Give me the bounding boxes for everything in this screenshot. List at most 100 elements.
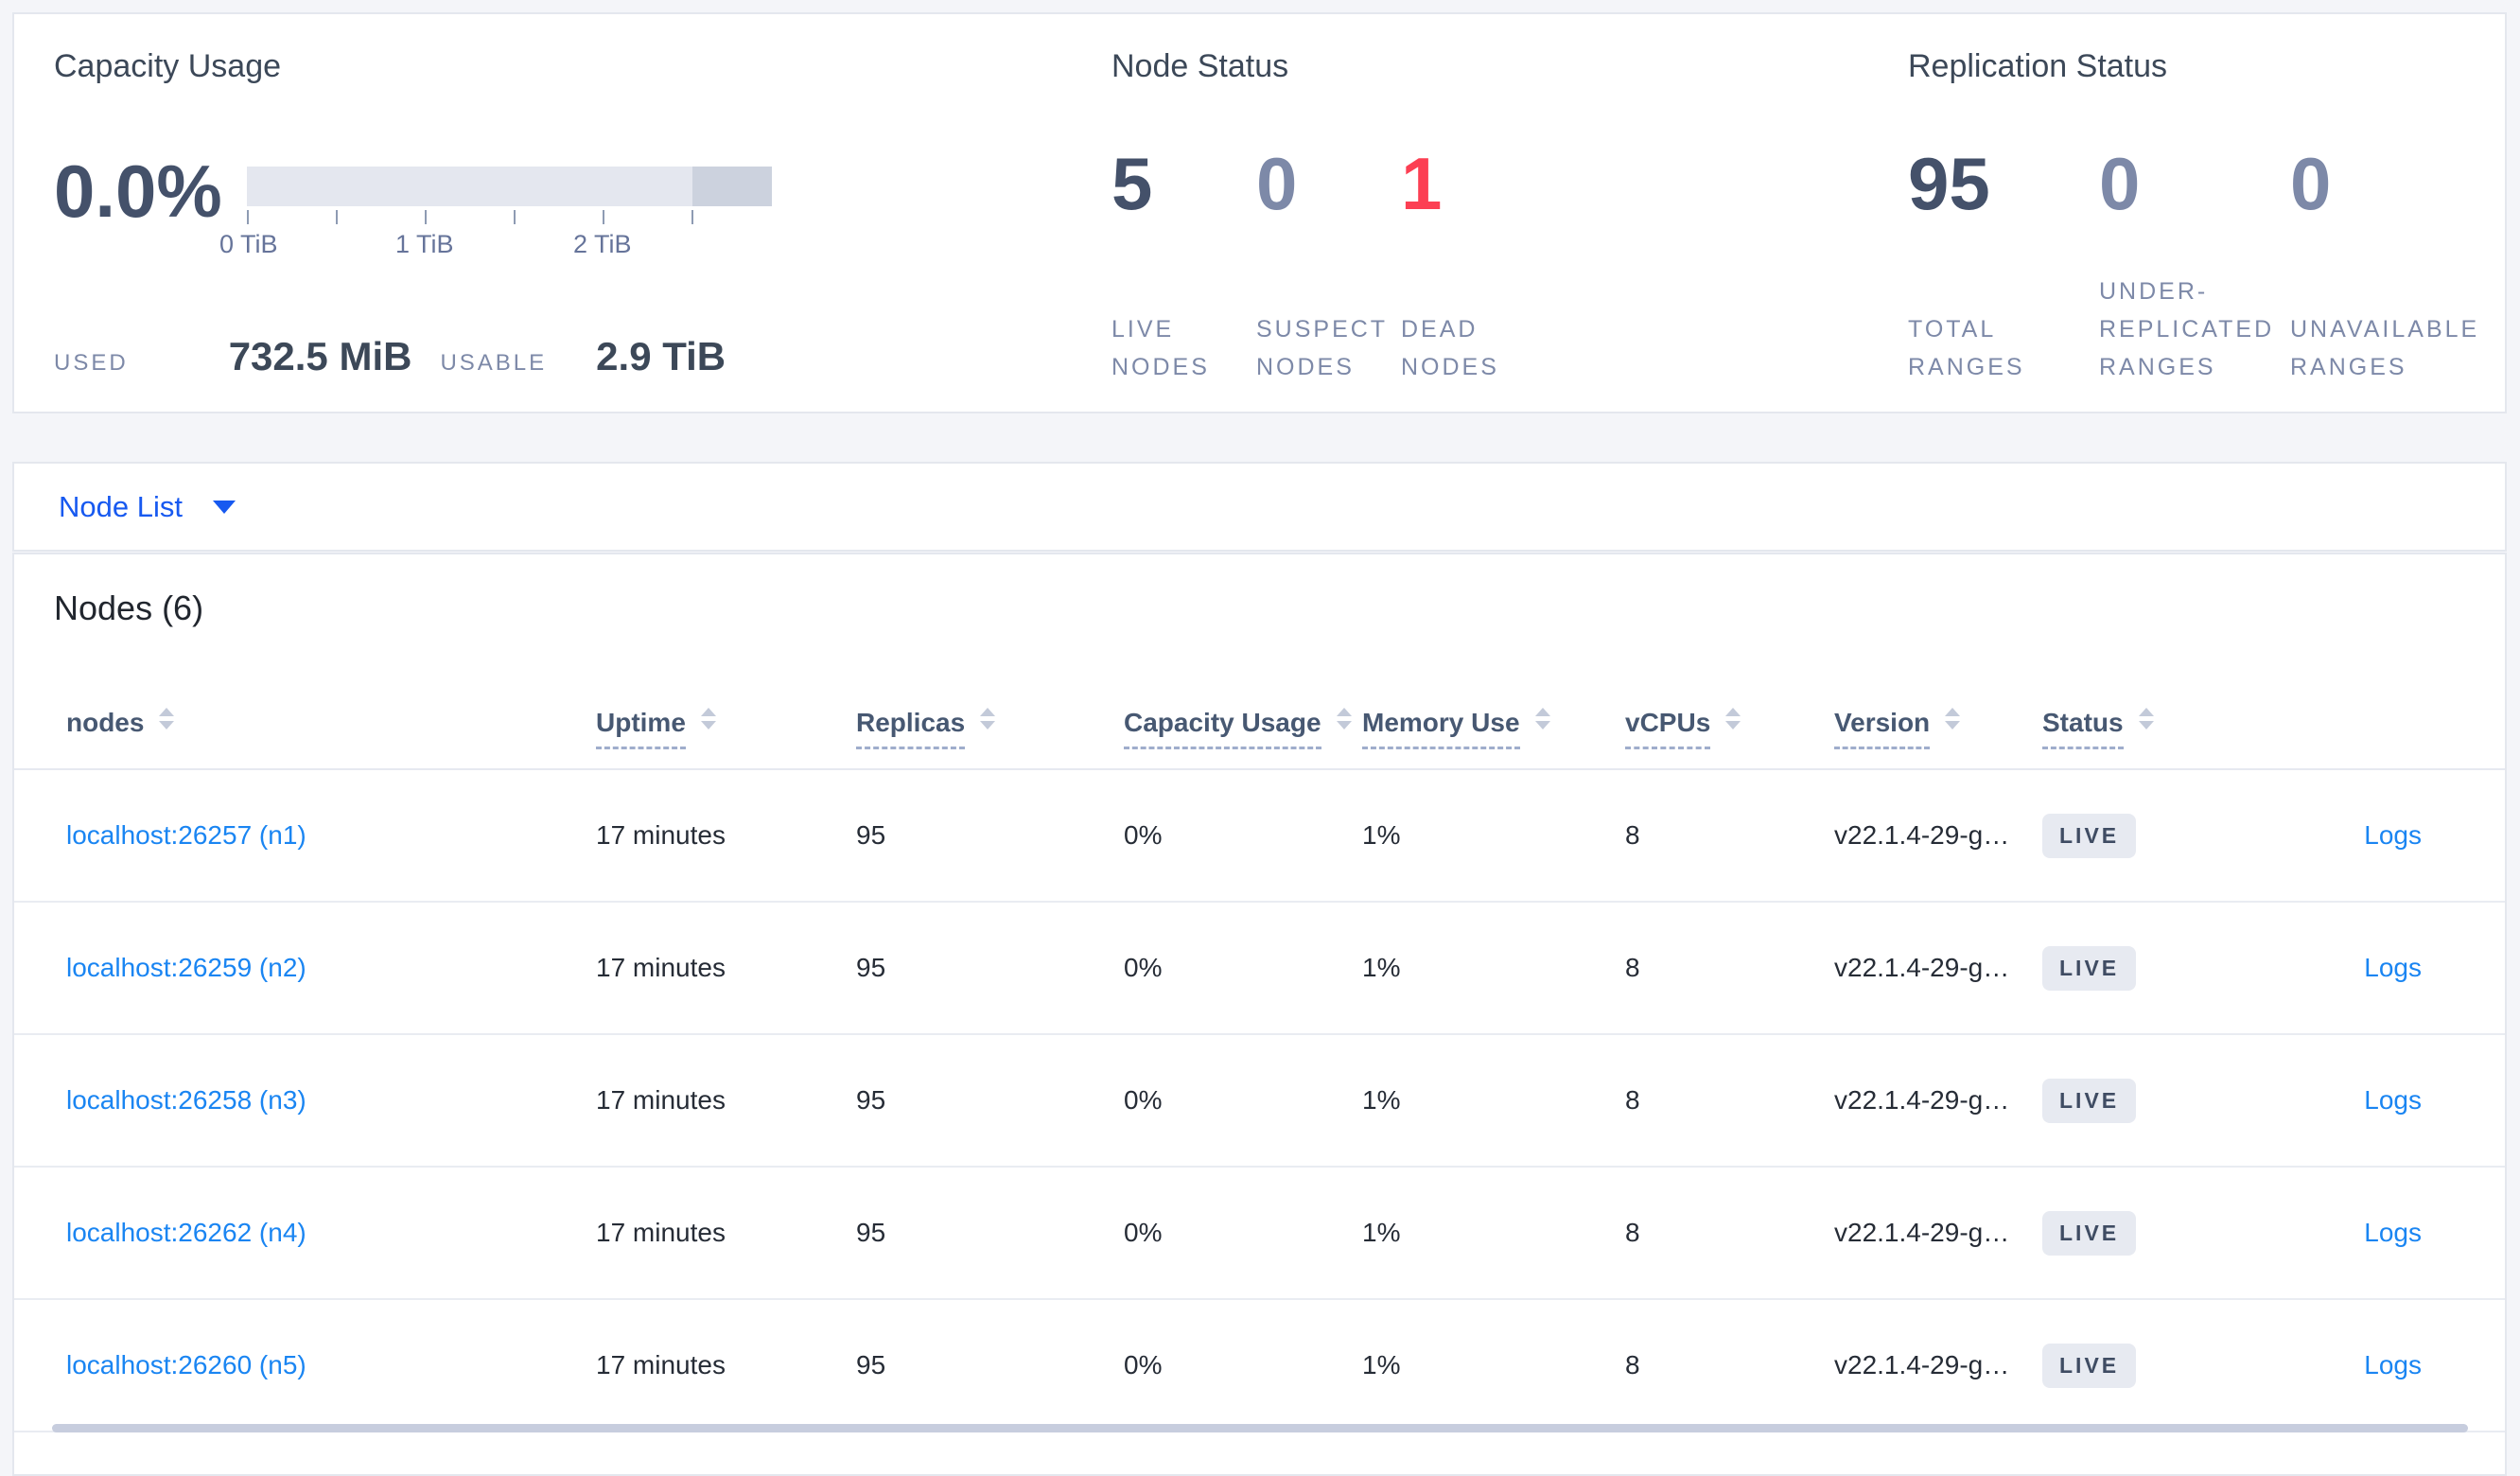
column-header-label: Uptime [596, 708, 686, 749]
sort-icon[interactable] [980, 708, 996, 729]
column-header-nodes[interactable]: nodes [66, 708, 596, 738]
column-header-memory-use[interactable]: Memory Use [1362, 708, 1625, 749]
total-ranges-value: 95 [1908, 142, 1990, 225]
uptime-cell: 17 minutes [596, 1218, 726, 1247]
capacity-percent-value: 0.0% [54, 149, 222, 233]
capacity-axis-labels: 0 TiB 1 TiB 2 TiB [219, 230, 772, 262]
table-row: localhost:26262 (n4) 17 minutes 95 0% 1%… [14, 1168, 2505, 1300]
cluster-summary-panel: Capacity Usage 0.0% 0 TiB 1 TiB 2 TiB US… [12, 12, 2507, 413]
axis-label: 1 TiB [395, 230, 454, 258]
vcpus-cell: 8 [1625, 1350, 1640, 1379]
tick [691, 210, 693, 224]
node-link[interactable]: localhost:26258 (n3) [66, 1085, 306, 1115]
live-nodes-stat: 5 LIVE NODES [1111, 147, 1256, 386]
status-badge: LIVE [2042, 1078, 2137, 1123]
column-header-version[interactable]: Version [1834, 708, 2042, 749]
column-header-label: vCPUs [1625, 708, 1711, 749]
uptime-cell: 17 minutes [596, 953, 726, 982]
sort-icon[interactable] [1336, 708, 1352, 729]
logs-link[interactable]: Logs [2364, 820, 2422, 850]
table-row: localhost:26259 (n2) 17 minutes 95 0% 1%… [14, 903, 2505, 1035]
horizontal-scrollbar[interactable] [52, 1424, 2468, 1432]
node-link[interactable]: localhost:26259 (n2) [66, 953, 306, 982]
total-ranges-label: TOTAL RANGES [1908, 316, 2025, 380]
column-header-vcpus[interactable]: vCPUs [1625, 708, 1834, 749]
sort-icon[interactable] [1945, 708, 1961, 729]
unavailable-ranges-value: 0 [2290, 142, 2332, 225]
column-header-replicas[interactable]: Replicas [856, 708, 1124, 749]
status-badge: LIVE [2042, 1210, 2137, 1256]
replication-status-stats: 95 TOTAL RANGES 0 UNDER-REPLICATED RANGE… [1908, 147, 2481, 386]
usable-value: 2.9 TiB [596, 334, 726, 378]
version-cell: v22.1.4-29-g… [1834, 953, 2010, 982]
vcpus-cell: 8 [1625, 1218, 1640, 1247]
dead-nodes-value: 1 [1401, 142, 1443, 225]
column-header-status[interactable]: Status [2042, 708, 2244, 749]
column-header-label: Memory Use [1362, 708, 1520, 749]
sort-icon[interactable] [700, 708, 716, 729]
column-header-capacity-usage[interactable]: Capacity Usage [1124, 708, 1362, 749]
suspect-nodes-label: SUSPECT NODES [1256, 316, 1388, 380]
used-label: USED [54, 350, 129, 376]
capacity-axis-ticks [246, 210, 772, 225]
node-status-panel: Node Status 5 LIVE NODES 0 SUSPECT NODES… [1111, 14, 1906, 412]
logs-link[interactable]: Logs [2364, 1218, 2422, 1247]
used-value: 732.5 MiB [228, 334, 412, 378]
capacity-usage-title: Capacity Usage [54, 48, 282, 84]
logs-link[interactable]: Logs [2364, 1350, 2422, 1379]
node-link[interactable]: localhost:26262 (n4) [66, 1218, 306, 1247]
live-nodes-value: 5 [1111, 142, 1153, 225]
replication-status-title: Replication Status [1908, 48, 2168, 84]
tick [335, 210, 338, 224]
status-badge: LIVE [2042, 813, 2137, 858]
tick [513, 210, 516, 224]
sort-icon[interactable] [1534, 708, 1550, 729]
under-replicated-ranges-value: 0 [2099, 142, 2141, 225]
dead-nodes-label: DEAD NODES [1401, 316, 1499, 380]
vcpus-cell: 8 [1625, 1085, 1640, 1115]
capacity-bar-chart: 0 TiB 1 TiB 2 TiB [219, 154, 772, 262]
tick [424, 210, 427, 224]
column-header-uptime[interactable]: Uptime [596, 708, 856, 749]
column-header-label: Version [1834, 708, 1931, 749]
usable-label: USABLE [440, 350, 548, 376]
dead-nodes-stat: 1 DEAD NODES [1401, 147, 1546, 386]
table-row: localhost:26257 (n1) 17 minutes 95 0% 1%… [14, 770, 2505, 903]
logs-link[interactable]: Logs [2364, 953, 2422, 982]
node-list-dropdown[interactable]: Node List [59, 490, 183, 524]
column-header-label: Replicas [856, 708, 966, 749]
memory-cell: 1% [1362, 820, 1401, 850]
column-header-label: Status [2042, 708, 2124, 749]
status-badge: LIVE [2042, 945, 2137, 991]
version-cell: v22.1.4-29-g… [1834, 820, 2010, 850]
capacity-cell: 0% [1124, 1085, 1163, 1115]
under-replicated-ranges-label: UNDER-REPLICATED RANGES [2099, 278, 2275, 380]
axis-label: 0 TiB [219, 230, 278, 258]
memory-cell: 1% [1362, 1085, 1401, 1115]
view-selector-bar: Node List [12, 462, 2507, 552]
suspect-nodes-value: 0 [1256, 142, 1298, 225]
node-status-stats: 5 LIVE NODES 0 SUSPECT NODES 1 DEAD NODE… [1111, 147, 1546, 386]
version-cell: v22.1.4-29-g… [1834, 1218, 2010, 1247]
version-cell: v22.1.4-29-g… [1834, 1085, 2010, 1115]
nodes-table-title: Nodes (6) [54, 589, 204, 627]
sort-icon[interactable] [159, 708, 175, 729]
node-status-title: Node Status [1111, 48, 1289, 84]
sort-icon[interactable] [2138, 708, 2154, 729]
version-cell: v22.1.4-29-g… [1834, 1350, 2010, 1379]
node-link[interactable]: localhost:26257 (n1) [66, 820, 306, 850]
chevron-down-icon[interactable] [212, 500, 236, 514]
replication-status-panel: Replication Status 95 TOTAL RANGES 0 UND… [1908, 14, 2504, 412]
capacity-cell: 0% [1124, 820, 1163, 850]
tick [602, 210, 604, 224]
replicas-cell: 95 [856, 1085, 886, 1115]
axis-label: 2 TiB [573, 230, 632, 258]
logs-link[interactable]: Logs [2364, 1085, 2422, 1115]
node-link[interactable]: localhost:26260 (n5) [66, 1350, 306, 1379]
unavailable-ranges-stat: 0 UNAVAILABLE RANGES [2290, 147, 2481, 386]
nodes-table-body: localhost:26257 (n1) 17 minutes 95 0% 1%… [14, 770, 2505, 1432]
sort-icon[interactable] [1725, 708, 1741, 729]
column-header-label: Capacity Usage [1124, 708, 1321, 749]
replicas-cell: 95 [856, 820, 886, 850]
uptime-cell: 17 minutes [596, 820, 726, 850]
